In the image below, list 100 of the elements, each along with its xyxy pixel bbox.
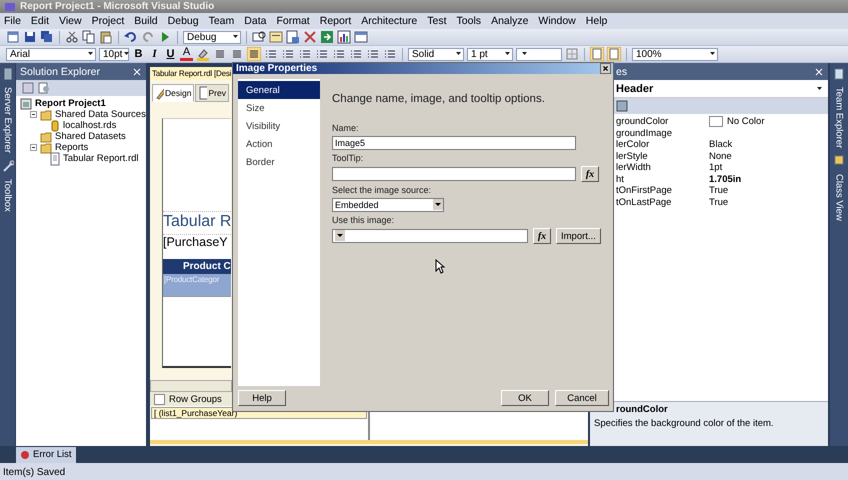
window-icon[interactable] [354, 30, 368, 44]
property-value[interactable]: None [709, 150, 732, 162]
side-tab[interactable]: Team Explorer [834, 87, 844, 148]
save-all-icon[interactable] [40, 30, 54, 44]
borders-icon[interactable] [565, 47, 579, 61]
import-button[interactable]: Import... [556, 228, 601, 244]
menu-item[interactable]: Data [244, 15, 266, 27]
tree-item[interactable]: Reports [55, 142, 88, 153]
page-item[interactable]: Visibility [238, 117, 320, 135]
expression-button[interactable]: fx [533, 228, 551, 244]
name-field[interactable]: Image5 [332, 136, 576, 150]
report-title: Tabular R [163, 211, 231, 231]
field-label: Name: [332, 123, 360, 133]
color-swatch [709, 116, 723, 128]
page-footer-icon[interactable] [607, 47, 621, 61]
menu-item[interactable]: Team [208, 15, 234, 27]
pencil-icon [155, 86, 164, 100]
menu-item[interactable]: Edit [30, 15, 50, 27]
chart-icon[interactable] [337, 30, 351, 44]
cut-icon[interactable] [65, 30, 79, 44]
page-header-icon[interactable] [590, 47, 604, 61]
menu-item[interactable]: Debug [168, 15, 199, 27]
folder-icon [40, 108, 52, 122]
copy-icon[interactable] [82, 30, 96, 44]
font-dropdown[interactable]: Arial [6, 48, 96, 60]
property-value[interactable]: True [709, 196, 728, 208]
status-text: Item(s) Saved [3, 466, 66, 478]
page-heading: Change name, image, and tooltip options. [332, 93, 546, 105]
cancel-button[interactable]: Cancel [555, 390, 609, 406]
font-color-button[interactable]: A [180, 47, 193, 61]
property-value[interactable]: 1pt [709, 162, 722, 174]
page-item[interactable]: Size [238, 99, 320, 117]
bold-button[interactable]: B [132, 47, 145, 61]
page-item[interactable]: Border [238, 153, 320, 171]
tree-item[interactable]: Report Project1 [35, 98, 106, 109]
tree-item[interactable]: Tabular Report.rdl [63, 153, 139, 164]
pane-title: Row Groups [169, 394, 222, 404]
image-source-dropdown[interactable]: Embedded [332, 198, 444, 212]
menu-item[interactable]: Build [134, 15, 158, 27]
close-icon[interactable] [600, 63, 611, 74]
image-dropdown[interactable] [332, 229, 528, 243]
zoom-dropdown[interactable]: 100% [632, 48, 718, 60]
menu-item[interactable]: Format [276, 15, 310, 27]
menu-item[interactable]: Analyze [491, 15, 528, 27]
side-tab[interactable]: Server Explorer [2, 87, 13, 153]
export-icon[interactable] [320, 30, 334, 44]
underline-button[interactable]: U [164, 47, 177, 61]
horizontal-scrollbar[interactable] [150, 380, 232, 392]
help-button[interactable]: Help [238, 390, 286, 406]
menu-item[interactable]: Window [538, 15, 576, 27]
app-icon [4, 0, 16, 14]
line-style-dropdown[interactable]: Solid [408, 48, 464, 60]
font-size-dropdown[interactable]: 10pt [99, 48, 129, 60]
side-tab[interactable]: Class View [834, 174, 844, 222]
tooltip-field[interactable] [332, 167, 576, 181]
document-tab[interactable]: Tabular Report.rdl [Desi [150, 67, 234, 80]
tree-item[interactable]: localhost.rds [63, 120, 116, 131]
ok-button[interactable]: OK [501, 390, 549, 406]
menu-item[interactable]: Help [586, 15, 608, 27]
collapse-toggle[interactable] [30, 111, 37, 118]
tree-item[interactable]: Shared Datasets [55, 131, 126, 142]
expression-button[interactable]: fx [581, 166, 599, 182]
menu-item[interactable]: Test [427, 15, 447, 27]
page-item[interactable]: General [238, 81, 320, 99]
mouse-cursor-icon [435, 259, 445, 274]
folder-icon [40, 140, 52, 154]
menu-item[interactable]: File [4, 15, 21, 27]
line-width-dropdown[interactable]: 1 pt [467, 48, 513, 60]
paste-icon[interactable] [99, 30, 113, 44]
menu-item[interactable]: Tools [456, 15, 482, 27]
dialog-title: Image Properties [236, 63, 318, 74]
align-right-icon[interactable] [247, 47, 261, 61]
project-icon [20, 96, 32, 110]
fill-color-icon[interactable] [196, 47, 210, 61]
undo-icon[interactable] [124, 30, 138, 44]
tree-item[interactable]: Shared Data Sources [55, 109, 146, 120]
save-icon[interactable] [23, 30, 37, 44]
wrench-icon [2, 159, 14, 173]
report-file-icon [50, 152, 60, 166]
property-value[interactable]: No Color [709, 116, 764, 128]
view-tab[interactable]: Prev [195, 84, 229, 102]
page-item[interactable]: Action [238, 135, 320, 153]
menu-item[interactable]: View [59, 15, 82, 27]
field-label: ToolTip: [332, 153, 364, 163]
property-value[interactable]: Black [709, 139, 732, 150]
side-tab[interactable]: Toolbox [2, 179, 13, 212]
panel-title: es [616, 66, 628, 78]
collapse-toggle[interactable] [30, 144, 37, 151]
menu-item[interactable]: Report [320, 15, 352, 27]
bottom-tab[interactable]: Error List [16, 446, 76, 462]
show-all-files-icon[interactable] [38, 81, 50, 95]
menu-item[interactable]: Project [92, 15, 124, 27]
property-value[interactable]: 1.705in [709, 174, 742, 185]
view-tab[interactable]: Design [152, 84, 194, 102]
line-color-dropdown[interactable] [516, 48, 562, 60]
menu-item[interactable]: Architecture [361, 15, 418, 27]
configuration-dropdown[interactable]: Debug [183, 30, 241, 44]
italic-button[interactable]: I [148, 47, 161, 61]
property-value[interactable]: True [709, 185, 728, 196]
folder-icon [40, 130, 52, 144]
